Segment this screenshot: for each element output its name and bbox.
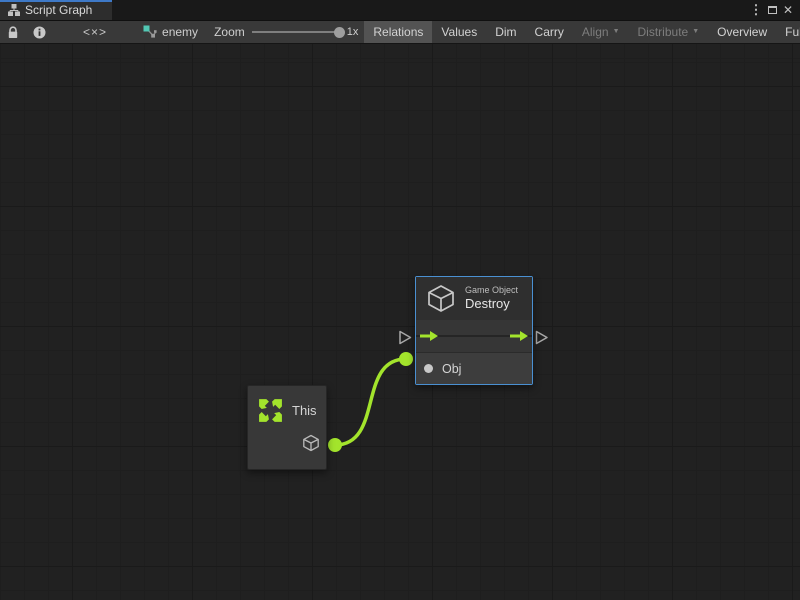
button-label: Values bbox=[441, 25, 477, 39]
tabbar-spacer bbox=[112, 0, 748, 20]
align-dropdown[interactable]: Align ▼ bbox=[573, 21, 629, 43]
wire-source-dot[interactable] bbox=[328, 438, 342, 452]
zoom-label: Zoom bbox=[214, 25, 245, 39]
graph-reference[interactable]: enemy bbox=[137, 21, 208, 43]
control-flow-row bbox=[416, 320, 532, 352]
distribute-dropdown[interactable]: Distribute▼ bbox=[629, 21, 709, 43]
this-self-icon bbox=[257, 397, 284, 424]
graph-hierarchy-icon bbox=[8, 4, 20, 16]
zoom-slider[interactable] bbox=[252, 31, 340, 33]
tab-script-graph[interactable]: Script Graph bbox=[0, 0, 112, 20]
game-object-output-icon[interactable] bbox=[302, 434, 320, 452]
destroy-node[interactable]: Game Object Destroy Obj bbox=[415, 276, 533, 385]
this-node-title: This bbox=[292, 403, 317, 418]
lock-icon bbox=[7, 26, 19, 39]
code-preview-button[interactable]: <×> bbox=[53, 21, 137, 43]
connection-wire[interactable] bbox=[335, 359, 406, 445]
control-output-triangle[interactable] bbox=[537, 332, 548, 344]
tab-title: Script Graph bbox=[25, 3, 92, 17]
info-button[interactable] bbox=[26, 21, 53, 43]
chevron-down-icon: ▼ bbox=[692, 28, 699, 35]
obj-input-port[interactable] bbox=[424, 364, 433, 373]
tab-active-indicator bbox=[0, 0, 112, 2]
destroy-node-titles: Game Object Destroy bbox=[465, 285, 518, 313]
obj-port-row[interactable]: Obj bbox=[416, 352, 532, 384]
tab-bar: Script Graph ⋮ ✕ bbox=[0, 0, 800, 20]
values-toggle[interactable]: Values bbox=[432, 21, 486, 43]
window-maximize-button[interactable] bbox=[764, 0, 780, 20]
zoom-slider-handle[interactable] bbox=[334, 27, 345, 38]
info-icon bbox=[33, 26, 46, 39]
relations-toggle[interactable]: Relations bbox=[364, 21, 432, 43]
zoom-control: Zoom 1x bbox=[208, 21, 364, 43]
chevron-down-icon: ▼ bbox=[613, 28, 620, 35]
script-graph-asset-icon bbox=[143, 25, 157, 39]
full-screen-button[interactable]: Full Screen bbox=[776, 21, 800, 43]
window-menu-button[interactable]: ⋮ bbox=[748, 0, 764, 20]
button-label: Distribute bbox=[638, 25, 689, 39]
control-input-arrow-icon[interactable] bbox=[420, 330, 438, 342]
wire-destination-dot[interactable] bbox=[399, 352, 413, 366]
obj-port-label: Obj bbox=[442, 362, 461, 376]
zoom-value: 1x bbox=[347, 26, 359, 38]
destroy-node-header[interactable]: Game Object Destroy bbox=[416, 277, 532, 320]
window-close-button[interactable]: ✕ bbox=[780, 0, 796, 20]
this-node-header: This bbox=[248, 386, 326, 424]
control-input-triangle[interactable] bbox=[400, 332, 411, 344]
graph-canvas[interactable]: Game Object Destroy Obj bbox=[0, 44, 800, 600]
maximize-icon bbox=[768, 6, 777, 14]
game-object-cube-icon bbox=[426, 284, 456, 313]
node-category: Game Object bbox=[465, 285, 518, 296]
button-label: Full Screen bbox=[785, 25, 800, 39]
graph-name-label: enemy bbox=[162, 25, 198, 39]
control-output-arrow-icon[interactable] bbox=[510, 330, 528, 342]
carry-toggle[interactable]: Carry bbox=[526, 21, 573, 43]
this-node[interactable]: This bbox=[247, 385, 327, 470]
script-graph-window: Script Graph ⋮ ✕ <×> bbox=[0, 0, 800, 600]
button-label: Align bbox=[582, 25, 609, 39]
wires-layer bbox=[0, 44, 800, 600]
dim-toggle[interactable]: Dim bbox=[486, 21, 525, 43]
node-title: Destroy bbox=[465, 296, 518, 312]
button-label: Dim bbox=[495, 25, 516, 39]
overview-button[interactable]: Overview bbox=[708, 21, 776, 43]
button-label: Carry bbox=[535, 25, 564, 39]
lock-button[interactable] bbox=[0, 21, 26, 43]
button-label: Overview bbox=[717, 25, 767, 39]
button-label: Relations bbox=[373, 25, 423, 39]
graph-toolbar: <×> enemy Zoom 1x Relations Values Dim C… bbox=[0, 20, 800, 44]
